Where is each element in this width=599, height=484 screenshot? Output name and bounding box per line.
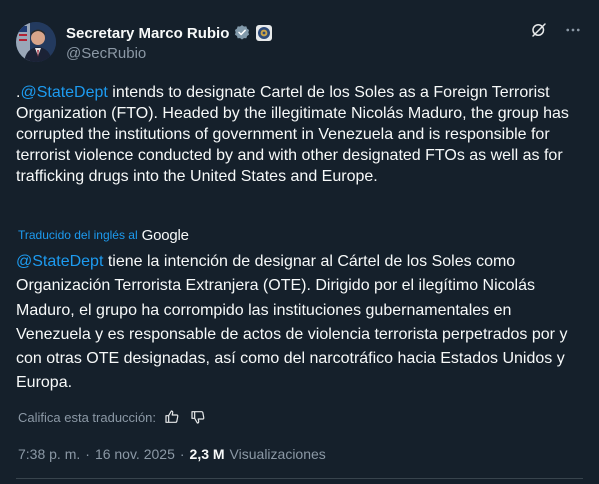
verified-badge-icon[interactable] xyxy=(233,24,251,42)
post-header: Secretary Marco Rubio @SecRubio xyxy=(16,20,583,64)
meta-separator: · xyxy=(85,446,90,462)
post-meta: 7:38 p. m. · 16 nov. 2025 · 2,3 M Visual… xyxy=(18,446,326,462)
translation-attribution: Traducido del inglés al Google xyxy=(18,224,189,246)
google-logo: Google xyxy=(141,226,189,244)
author-display-name[interactable]: Secretary Marco Rubio xyxy=(66,25,229,42)
post-date[interactable]: 16 nov. 2025 xyxy=(95,446,175,462)
thumbs-up-icon[interactable] xyxy=(162,407,182,427)
translated-from-link[interactable]: Traducido del inglés al xyxy=(18,228,138,242)
author-handle[interactable]: @SecRubio xyxy=(66,45,273,62)
avatar[interactable] xyxy=(16,22,56,62)
translated-mention-link[interactable]: @StateDept xyxy=(16,253,103,270)
post-text: .@StateDept intends to designate Cartel … xyxy=(16,82,583,187)
header-actions xyxy=(529,20,583,40)
rate-translation: Califica esta traducción: xyxy=(18,407,208,427)
views-count[interactable]: 2,3 M xyxy=(190,446,225,462)
views-label: Visualizaciones xyxy=(229,446,326,462)
author-names: Secretary Marco Rubio @SecRubio xyxy=(66,22,273,62)
divider xyxy=(16,478,583,479)
more-icon[interactable] xyxy=(563,20,583,40)
grok-icon[interactable] xyxy=(529,20,549,40)
rate-translation-label: Califica esta traducción: xyxy=(18,409,157,425)
translated-body: tiene la intención de designar al Cártel… xyxy=(16,253,568,392)
meta-separator-2: · xyxy=(179,446,185,462)
translated-text: @StateDept tiene la intención de designa… xyxy=(16,250,583,396)
post-time[interactable]: 7:38 p. m. xyxy=(18,446,80,462)
post-mention-link[interactable]: @StateDept xyxy=(20,84,107,101)
government-seal-icon[interactable] xyxy=(255,24,273,42)
thumbs-down-icon[interactable] xyxy=(188,407,208,427)
